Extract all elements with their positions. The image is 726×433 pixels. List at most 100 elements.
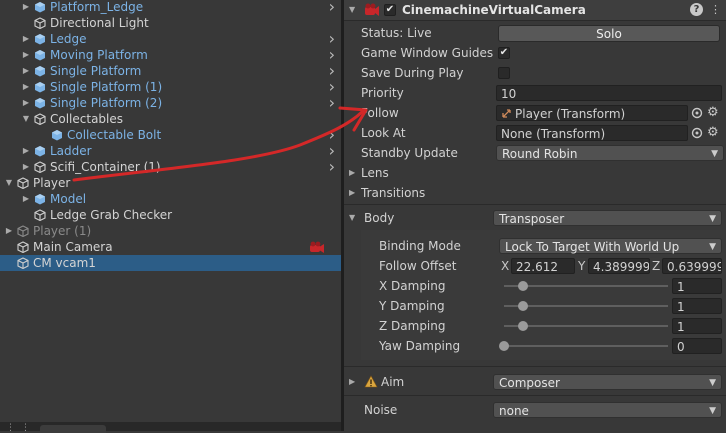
damping-slider-thumb[interactable] [499, 341, 509, 351]
damping-label: Z Damping [379, 319, 446, 333]
damping-value-field[interactable]: 0 [672, 338, 722, 354]
object-picker-icon[interactable] [691, 107, 703, 119]
object-picker-icon[interactable] [691, 127, 703, 139]
follow-field[interactable]: Player (Transform) [496, 105, 688, 121]
damping-slider-thumb[interactable] [518, 281, 528, 291]
standby-update-dropdown[interactable]: Round Robin ▼ [496, 145, 724, 161]
damping-slider-track[interactable] [504, 325, 668, 327]
collapse-arrow-icon[interactable]: ▶ [21, 191, 31, 207]
follow-label: Follow [361, 106, 399, 120]
damping-slider-thumb[interactable] [518, 301, 528, 311]
damping-slider-track[interactable] [504, 305, 668, 307]
hierarchy-item[interactable]: CM vcam1 [0, 255, 341, 271]
game-window-guides-checkbox[interactable]: ✔ [498, 47, 510, 59]
follow-row: Follow Player (Transform) ⚙ [344, 103, 726, 123]
hierarchy-item[interactable]: Main Camera [0, 239, 341, 255]
hierarchy-item[interactable]: ▶ Single Platform (1) › [0, 79, 341, 95]
hierarchy-item-label: Scifi_Container (1) [50, 160, 161, 174]
status-label: Status: Live [361, 26, 432, 40]
transitions-label: Transitions [361, 186, 426, 200]
chevron-down-icon: ▼ [709, 378, 716, 388]
collapse-arrow-icon[interactable]: ▶ [21, 143, 31, 159]
binding-mode-row: Binding Mode Lock To Target With World U… [344, 236, 726, 256]
hierarchy-item-label: Ledge [50, 32, 87, 46]
hierarchy-item[interactable]: ▶ Player (1) [0, 223, 341, 239]
hierarchy-item[interactable]: ▶ Ladder › [0, 143, 341, 159]
component-title: CinemachineVirtualCamera [402, 3, 586, 17]
collapse-arrow-icon[interactable]: ▶ [21, 63, 31, 79]
hierarchy-item[interactable]: ▶ Ledge › [0, 31, 341, 47]
component-header[interactable]: ▼ ✔ CinemachineVirtualCamera ? ⋮ [344, 0, 726, 21]
collapse-arrow-icon[interactable]: ▶ [21, 95, 31, 111]
hierarchy-item[interactable]: ▶ Scifi_Container (1) › [0, 159, 341, 175]
body-fold-icon[interactable]: ▼ [349, 208, 355, 228]
offset-y-field[interactable]: 4.389999 [588, 258, 650, 274]
hierarchy-item[interactable]: ▶ Moving Platform › [0, 47, 341, 63]
hierarchy-item[interactable]: ▶ Platform_Ledge › [0, 0, 341, 15]
hierarchy-item-label: Single Platform [50, 64, 142, 78]
hierarchy-item[interactable]: ▶ Single Platform › [0, 63, 341, 79]
priority-field[interactable]: 10 [496, 85, 722, 101]
component-settings-icon[interactable]: ⋮ [710, 0, 721, 20]
game-window-guides-label: Game Window Guides [361, 46, 494, 60]
aim-fold-icon[interactable]: ▶ [349, 372, 355, 392]
bottom-tab[interactable] [40, 425, 106, 433]
chevron-right-icon[interactable]: › [329, 0, 335, 15]
aim-row: ▶ Aim Composer ▼ [344, 372, 726, 392]
collapse-arrow-icon[interactable]: ▶ [21, 159, 31, 175]
damping-value-field[interactable]: 1 [672, 318, 722, 334]
expand-arrow-icon[interactable]: ▼ [4, 175, 14, 191]
hierarchy-item[interactable]: Collectable Bolt › [0, 127, 341, 143]
hierarchy-item[interactable]: ▶ Model [0, 191, 341, 207]
save-during-play-checkbox[interactable] [498, 67, 510, 79]
hierarchy-item[interactable]: ▼ Collectables [0, 111, 341, 127]
hierarchy-item[interactable]: Directional Light [0, 15, 341, 31]
hierarchy-item-label: Directional Light [50, 16, 149, 30]
body-value: Transposer [499, 212, 565, 226]
tab-dots-icon[interactable]: ⋮⋮ [6, 423, 36, 433]
binding-mode-value: Lock To Target With World Up [505, 240, 680, 254]
cinemachine-camera-icon [365, 3, 379, 16]
damping-slider-track[interactable] [504, 345, 668, 347]
body-dropdown[interactable]: Transposer ▼ [493, 210, 722, 226]
chevron-down-icon: ▼ [711, 149, 718, 159]
gameobject-cube-icon [17, 177, 29, 189]
noise-dropdown[interactable]: none ▼ [493, 402, 722, 418]
damping-value-field[interactable]: 1 [672, 278, 722, 294]
lens-foldout[interactable]: ▶ Lens [344, 163, 726, 183]
prefab-cube-icon [35, 2, 45, 13]
chevron-right-icon[interactable]: › [329, 159, 335, 175]
transitions-foldout[interactable]: ▶ Transitions [344, 183, 726, 203]
offset-x-field[interactable]: 22.612 [511, 258, 575, 274]
component-enabled-checkbox[interactable]: ✔ [384, 4, 396, 16]
damping-slider-track[interactable] [504, 285, 668, 287]
follow-gear-icon[interactable]: ⚙ [707, 103, 719, 123]
help-icon[interactable]: ? [690, 3, 703, 16]
binding-mode-dropdown[interactable]: Lock To Target With World Up ▼ [499, 238, 722, 254]
look-at-gear-icon[interactable]: ⚙ [707, 123, 719, 143]
hierarchy-item[interactable]: ▼ Player [0, 175, 341, 191]
damping-value-field[interactable]: 1 [672, 298, 722, 314]
chevron-right-icon[interactable]: › [329, 95, 335, 111]
hierarchy-item[interactable]: ▶ Single Platform (2) › [0, 95, 341, 111]
standby-update-label: Standby Update [361, 146, 458, 160]
offset-z-field[interactable]: 0.639999 [662, 258, 722, 274]
hierarchy-item-label: Player (1) [33, 224, 92, 238]
collapse-arrow-icon[interactable]: ▶ [21, 31, 31, 47]
hierarchy-item[interactable]: Ledge Grab Checker [0, 207, 341, 223]
status-row: Status: Live Solo [344, 23, 726, 43]
expand-arrow-icon[interactable]: ▼ [21, 111, 31, 127]
offset-z-label: Z [652, 259, 661, 273]
aim-dropdown[interactable]: Composer ▼ [493, 374, 722, 390]
solo-button[interactable]: Solo [498, 25, 720, 42]
lens-fold-icon[interactable]: ▶ [349, 163, 355, 183]
look-at-field[interactable]: None (Transform) [496, 125, 688, 141]
component-foldout-icon[interactable]: ▼ [349, 3, 355, 17]
collapse-arrow-icon[interactable]: ▶ [21, 47, 31, 63]
transitions-fold-icon[interactable]: ▶ [349, 183, 355, 203]
hierarchy-item-label: Player [33, 176, 71, 190]
collapse-arrow-icon[interactable]: ▶ [4, 223, 14, 239]
collapse-arrow-icon[interactable]: ▶ [21, 0, 31, 15]
collapse-arrow-icon[interactable]: ▶ [21, 79, 31, 95]
damping-slider-thumb[interactable] [518, 321, 528, 331]
